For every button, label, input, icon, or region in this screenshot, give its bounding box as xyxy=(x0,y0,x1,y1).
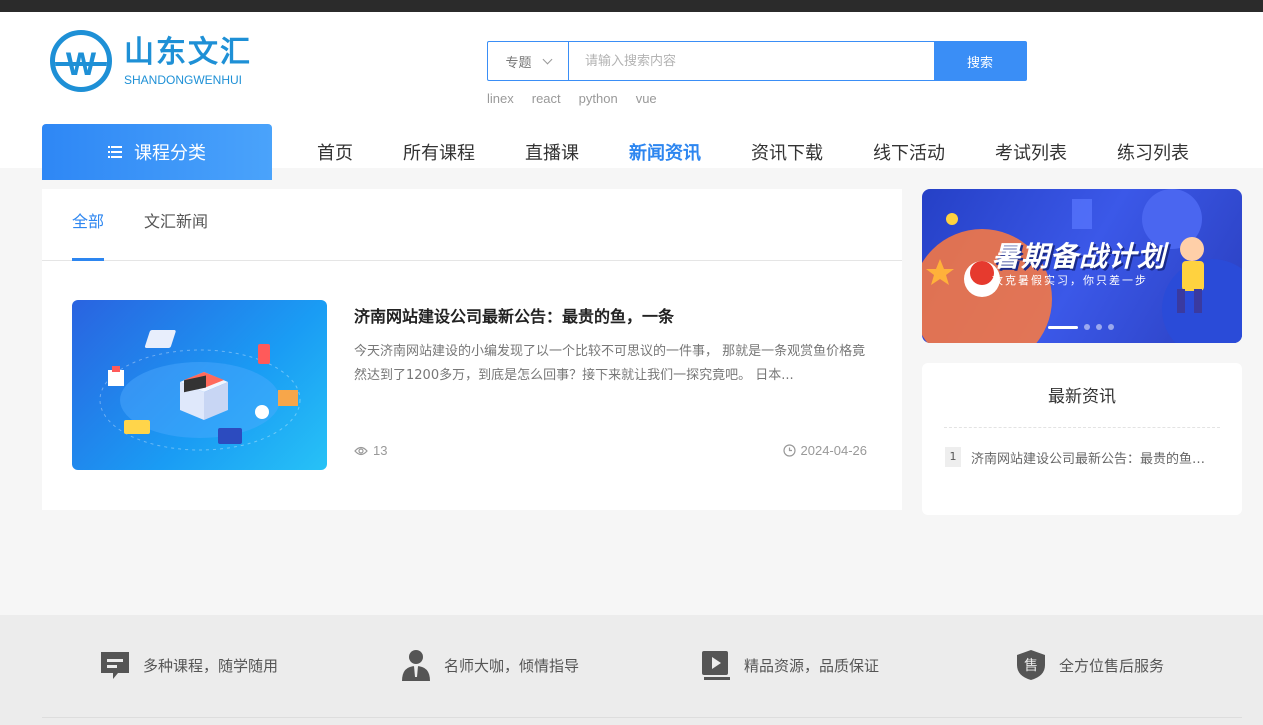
logo-title: 山东文汇 xyxy=(124,35,252,70)
search-input[interactable] xyxy=(569,42,934,80)
shield-icon: 售 xyxy=(1017,650,1045,680)
hotword-link[interactable]: linex xyxy=(487,91,514,106)
chevron-down-icon xyxy=(542,54,552,64)
footer-features: 多种课程，随学随用 名师大咖，倾情指导 精品资源，品质保证 售 全方位售后服务 xyxy=(0,615,1263,725)
news-summary: 今天济南网站建设的小编发现了以一个比较不可思议的一件事， 那就是一条观赏鱼价格竟… xyxy=(354,344,866,383)
search-type-select[interactable]: 专题 xyxy=(488,42,569,80)
news-thumbnail[interactable] xyxy=(72,300,327,470)
teacher-icon xyxy=(402,650,430,681)
carousel-dot[interactable] xyxy=(1048,325,1078,329)
top-bar xyxy=(0,0,1263,12)
latest-news-title: 最新资讯 xyxy=(1048,387,1116,407)
nav-item-news[interactable]: 新闻资讯 xyxy=(604,139,726,165)
logo[interactable]: W 山东文汇 SHANDONGWENHUI xyxy=(50,30,252,92)
publish-date: 2024-04-26 xyxy=(782,443,867,458)
search-bar: 专题 搜索 xyxy=(487,41,1027,81)
nav-item-exams[interactable]: 考试列表 xyxy=(970,139,1092,165)
latest-news-link[interactable]: 济南网站建设公司最新公告：最贵的鱼，一条 xyxy=(971,448,1215,467)
carousel-dot[interactable] xyxy=(1096,324,1102,330)
hotword-link[interactable]: vue xyxy=(636,91,657,106)
hotword-link[interactable]: python xyxy=(579,91,618,106)
latest-news-item[interactable]: 1 济南网站建设公司最新公告：最贵的鱼，一条 xyxy=(945,447,1215,467)
search-button[interactable]: 搜索 xyxy=(934,42,1026,80)
chat-icon xyxy=(101,652,129,679)
tab-all[interactable]: 全部 xyxy=(72,189,105,261)
latest-news-panel: 最新资讯 1 济南网站建设公司最新公告：最贵的鱼，一条 xyxy=(922,363,1242,515)
feature-item: 多种课程，随学随用 xyxy=(99,649,278,681)
tab-wenhui-news[interactable]: 文汇新闻 xyxy=(144,189,208,260)
nav-item-downloads[interactable]: 资讯下载 xyxy=(726,139,848,165)
logo-icon: W xyxy=(50,30,112,92)
svg-text:售: 售 xyxy=(1024,658,1038,674)
news-tabs: 全部 文汇新闻 xyxy=(42,189,902,261)
clock-icon xyxy=(782,444,796,457)
banner-subtitle: 攻克暑假实习，你只差一步 xyxy=(992,274,1148,287)
banner-title: 暑期备战计划 xyxy=(992,240,1167,273)
nav-item-live[interactable]: 直播课 xyxy=(500,139,604,165)
site-header: W 山东文汇 SHANDONGWENHUI 专题 搜索 linex react … xyxy=(0,12,1263,180)
news-item[interactable]: 济南网站建设公司最新公告：最贵的鱼，一条 今天济南网站建设的小编发现了以一个比较… xyxy=(72,300,867,470)
main-nav: 首页 所有课程 直播课 新闻资讯 资讯下载 线下活动 考试列表 练习列表 xyxy=(292,124,1214,180)
news-title[interactable]: 济南网站建设公司最新公告：最贵的鱼，一条 xyxy=(354,303,674,327)
nav-item-events[interactable]: 线下活动 xyxy=(848,139,970,165)
nav-item-courses[interactable]: 所有课程 xyxy=(378,139,500,165)
carousel-indicators xyxy=(1048,324,1114,330)
course-category-button[interactable]: 课程分类 xyxy=(42,124,272,180)
divider xyxy=(42,717,1242,718)
logo-subtitle: SHANDONGWENHUI xyxy=(124,73,243,87)
hotword-link[interactable]: react xyxy=(532,91,561,106)
feature-item: 名师大咖，倾情指导 xyxy=(400,649,579,681)
divider xyxy=(944,427,1220,428)
carousel-dot[interactable] xyxy=(1084,324,1090,330)
hot-keywords: linex react python vue xyxy=(487,91,657,106)
promo-banner[interactable]: 暑期备战计划 攻克暑假实习，你只差一步 xyxy=(922,189,1242,343)
nav-item-practice[interactable]: 练习列表 xyxy=(1092,139,1214,165)
list-icon xyxy=(108,146,122,158)
nav-item-home[interactable]: 首页 xyxy=(292,139,378,165)
carousel-dot[interactable] xyxy=(1108,324,1114,330)
eye-icon xyxy=(354,446,368,455)
view-count: 13 xyxy=(354,443,387,458)
news-panel: 全部 文汇新闻 济南网站建设公司最新公告：最贵的鱼，一条 今天济南网站建设的小编… xyxy=(42,189,902,510)
rank-badge: 1 xyxy=(945,447,961,467)
video-book-icon xyxy=(702,651,730,680)
feature-item: 售 全方位售后服务 xyxy=(1015,649,1164,681)
feature-item: 精品资源，品质保证 xyxy=(700,649,879,681)
